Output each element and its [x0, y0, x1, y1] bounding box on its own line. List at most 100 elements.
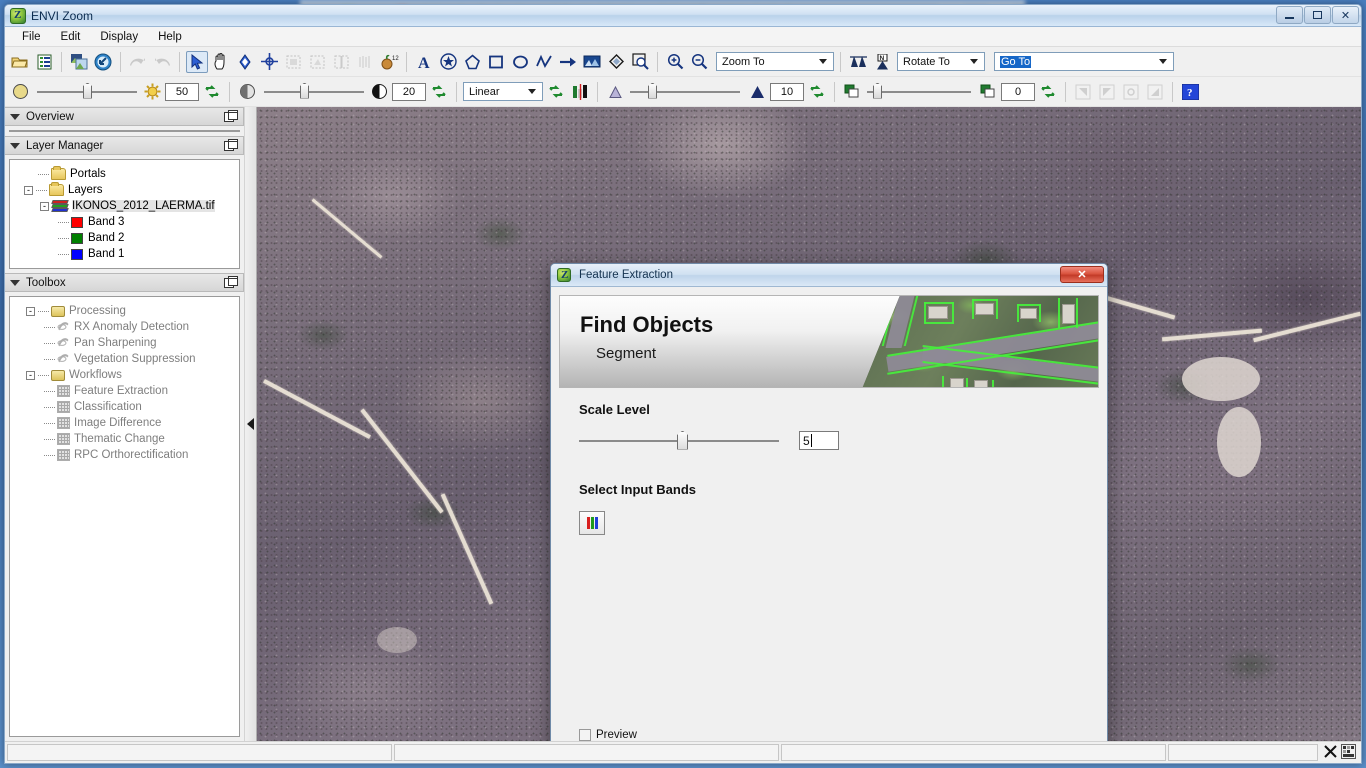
contrast-slider-thumb[interactable]	[300, 82, 309, 99]
zoom-out-icon[interactable]	[688, 51, 710, 73]
tree-node-band3[interactable]: Band 3	[14, 214, 235, 230]
tree-node-band1[interactable]: Band 1	[14, 246, 235, 262]
collapse-triangle-icon[interactable]	[10, 279, 20, 286]
menu-help[interactable]: Help	[149, 29, 191, 45]
toolbox-node-classification[interactable]: Classification	[14, 399, 235, 415]
annotation-text-icon[interactable]: A	[413, 51, 435, 73]
undo-icon[interactable]	[127, 51, 149, 73]
progress-grid-icon[interactable]	[1341, 743, 1356, 762]
swipe-icon[interactable]	[330, 51, 352, 73]
close-button[interactable]: ✕	[1332, 6, 1359, 24]
annotation-polygon-icon[interactable]	[461, 51, 483, 73]
expander-icon[interactable]: -	[24, 185, 33, 195]
expander-icon[interactable]: -	[26, 306, 35, 316]
cancel-x-icon[interactable]	[1323, 744, 1338, 762]
reset-icon[interactable]	[1037, 81, 1059, 103]
float-panel-icon[interactable]	[224, 139, 238, 152]
image-layer-icon[interactable]	[68, 51, 90, 73]
pan-hand-icon[interactable]	[210, 51, 232, 73]
view-actual-icon[interactable]	[1096, 81, 1118, 103]
seed-tool-icon[interactable]: 12	[378, 51, 400, 73]
collapse-triangle-icon[interactable]	[10, 142, 20, 149]
annotation-arrow-icon[interactable]	[557, 51, 579, 73]
toolbox-node-vegetation-suppression[interactable]: Vegetation Suppression	[14, 351, 235, 367]
sharpen-slider-thumb[interactable]	[648, 82, 657, 99]
minimize-button[interactable]	[1276, 6, 1303, 24]
dock-splitter[interactable]	[245, 107, 257, 741]
maximize-button[interactable]	[1304, 6, 1331, 24]
view-zoom-icon[interactable]	[1144, 81, 1166, 103]
collapse-left-arrow-icon[interactable]	[247, 418, 254, 430]
toolbox-node-processing[interactable]: - Processing	[14, 303, 235, 319]
tree-node-band2[interactable]: Band 2	[14, 230, 235, 246]
toolbox-node-workflows[interactable]: - Workflows	[14, 367, 235, 383]
toolbox-node-image-difference[interactable]: Image Difference	[14, 415, 235, 431]
contrast-value[interactable]: 20	[392, 82, 426, 101]
crosshair-icon[interactable]	[258, 51, 280, 73]
expander-icon[interactable]: -	[26, 370, 35, 380]
toolbox-node-rx-anomaly[interactable]: RX Anomaly Detection	[14, 319, 235, 335]
annotation-polyline-icon[interactable]	[533, 51, 555, 73]
tree-node-portals[interactable]: Portals	[14, 166, 235, 182]
collapse-triangle-icon[interactable]	[10, 113, 20, 120]
portal-icon[interactable]	[92, 51, 114, 73]
transparency-icon[interactable]	[354, 51, 376, 73]
contrast-slider[interactable]	[260, 82, 366, 99]
toolbox-node-rpc-orthorectification[interactable]: RPC Orthorectification	[14, 447, 235, 463]
reset-icon[interactable]	[806, 81, 828, 103]
float-panel-icon[interactable]	[224, 276, 238, 289]
scale-level-slider[interactable]	[579, 430, 779, 450]
histogram-icon[interactable]	[569, 81, 591, 103]
sharpen-slider[interactable]	[628, 82, 744, 99]
rotate-annotation-icon[interactable]	[605, 51, 627, 73]
brightness-value[interactable]: 50	[165, 82, 199, 101]
layer-manager-panel-header[interactable]: Layer Manager	[5, 136, 244, 155]
transparency-slider[interactable]	[865, 82, 975, 99]
fly-icon[interactable]	[234, 51, 256, 73]
open-list-icon[interactable]	[33, 51, 55, 73]
brightness-slider-thumb[interactable]	[83, 82, 92, 99]
sharpen-value[interactable]: 10	[770, 82, 804, 101]
zoom-to-combo[interactable]: Zoom To	[716, 52, 834, 71]
float-panel-icon[interactable]	[224, 110, 238, 123]
rotate-to-combo[interactable]: Rotate To	[897, 52, 985, 71]
redo-icon[interactable]	[151, 51, 173, 73]
scale-level-input[interactable]: 5	[799, 431, 839, 450]
menu-file[interactable]: File	[13, 29, 50, 45]
image-view[interactable]: Feature Extraction ✕ Find Objects Segmen…	[257, 107, 1361, 741]
zoom-region-icon[interactable]	[629, 51, 651, 73]
menu-edit[interactable]: Edit	[52, 29, 90, 45]
stretch-combo[interactable]: Linear	[463, 82, 543, 101]
brightness-slider[interactable]	[33, 82, 139, 99]
layer-tree[interactable]: Portals - Layers - IKONOS_2012_LAERMA.ti…	[9, 159, 240, 269]
select-arrow-icon[interactable]	[186, 50, 208, 73]
open-file-icon[interactable]	[9, 51, 31, 73]
menu-display[interactable]: Display	[91, 29, 147, 45]
preview-checkbox[interactable]	[579, 729, 591, 741]
overview-canvas[interactable]	[9, 130, 240, 132]
tree-node-raster[interactable]: - IKONOS_2012_LAERMA.tif	[14, 198, 235, 214]
zoom-in-icon[interactable]	[664, 51, 686, 73]
toolbox-panel-header[interactable]: Toolbox	[5, 273, 244, 292]
transparency-slider-thumb[interactable]	[873, 82, 882, 99]
toolbox-node-feature-extraction[interactable]: Feature Extraction	[14, 383, 235, 399]
overview-panel-header[interactable]: Overview	[5, 107, 244, 126]
north-arrow-icon[interactable]: N	[871, 51, 893, 73]
dialog-close-button[interactable]: ✕	[1060, 266, 1104, 283]
tree-node-layers[interactable]: - Layers	[14, 182, 235, 198]
toolbox-node-thematic-change[interactable]: Thematic Change	[14, 431, 235, 447]
north-up-icon[interactable]	[847, 51, 869, 73]
reset-icon[interactable]	[201, 81, 223, 103]
select-input-bands-button[interactable]	[579, 511, 605, 535]
annotation-ellipse-icon[interactable]	[509, 51, 531, 73]
toolbox-node-pan-sharpening[interactable]: Pan Sharpening	[14, 335, 235, 351]
help-icon[interactable]: ?	[1179, 81, 1201, 103]
blend-icon[interactable]	[282, 51, 304, 73]
view-fit-icon[interactable]	[1072, 81, 1094, 103]
go-to-combo[interactable]: Go To	[994, 52, 1174, 71]
annotation-star-icon[interactable]	[437, 51, 459, 73]
annotation-image-icon[interactable]	[581, 51, 603, 73]
transparency-value[interactable]: 0	[1001, 82, 1035, 101]
annotation-rect-icon[interactable]	[485, 51, 507, 73]
view-full-icon[interactable]	[1120, 81, 1142, 103]
